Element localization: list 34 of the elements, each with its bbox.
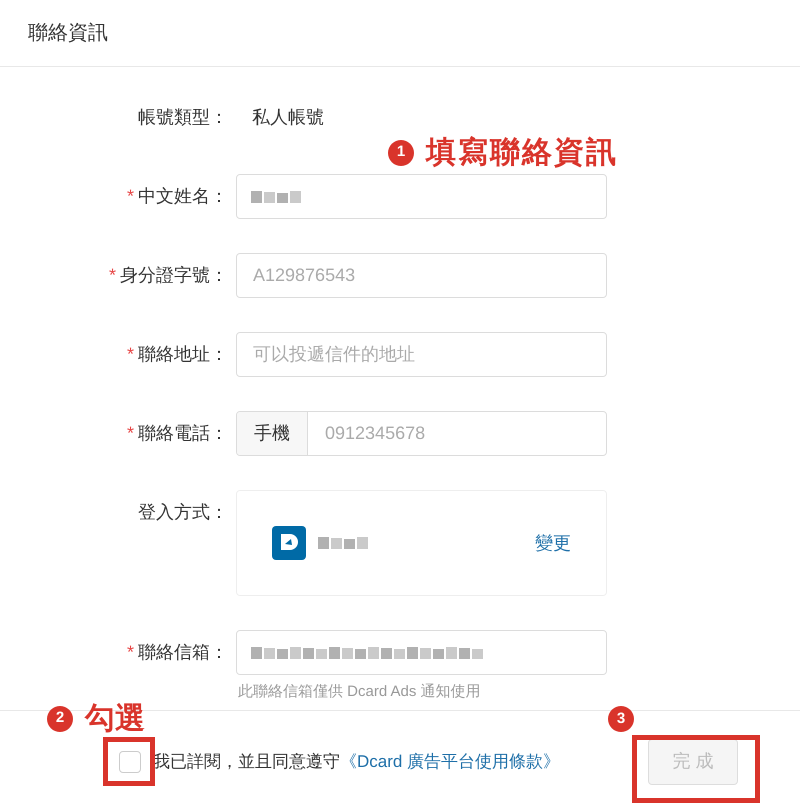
required-mark: * (126, 343, 134, 366)
field-hint: 此聯絡信箱僅供 Dcard Ads 通知使用 (237, 682, 482, 702)
phone-input[interactable]: 0912345678 (308, 412, 606, 455)
required-mark: * (126, 641, 134, 664)
annotation-text: 勾選 (85, 701, 145, 737)
highlight-frame (103, 737, 155, 786)
input-field[interactable]: A129876543 (236, 253, 607, 298)
field-label: 帳號類型： (138, 106, 228, 129)
step-number-badge: 2 (47, 706, 73, 732)
phone-field[interactable]: 手機 0912345678 (236, 411, 607, 456)
blurred-text-drawing (251, 188, 303, 204)
section-title: 聯絡資訊 (28, 21, 108, 46)
field-label: 聯絡地址： (138, 343, 228, 366)
change-link[interactable]: 變更 (535, 530, 571, 556)
required-mark: * (126, 422, 134, 445)
field-label: 聯絡電話： (138, 422, 228, 445)
annotation-text: 填寫聯絡資訊 (426, 135, 618, 171)
step-number-badge: 3 (608, 706, 634, 732)
field-label: 身分證字號： (120, 264, 228, 287)
input-field[interactable] (236, 630, 607, 675)
step-number-badge: 1 (388, 140, 414, 166)
d-logo-icon (272, 526, 306, 560)
field-label: 登入方式： (138, 501, 228, 524)
terms-link[interactable]: 《Dcard 廣告平台使用條款》 (340, 752, 560, 771)
account-type-value: 私人帳號 (251, 106, 324, 129)
field-label: 中文姓名： (138, 185, 228, 208)
required-mark: * (126, 185, 134, 208)
phone-type-prefix: 手機 (237, 412, 308, 455)
input-field[interactable] (236, 174, 607, 219)
required-mark: * (108, 264, 116, 287)
input-field[interactable]: 可以投遞信件的地址 (236, 332, 607, 377)
agree-checkbox[interactable] (119, 750, 141, 772)
field-label: 聯絡信箱： (138, 641, 228, 664)
blurred-text-drawing (318, 535, 370, 551)
